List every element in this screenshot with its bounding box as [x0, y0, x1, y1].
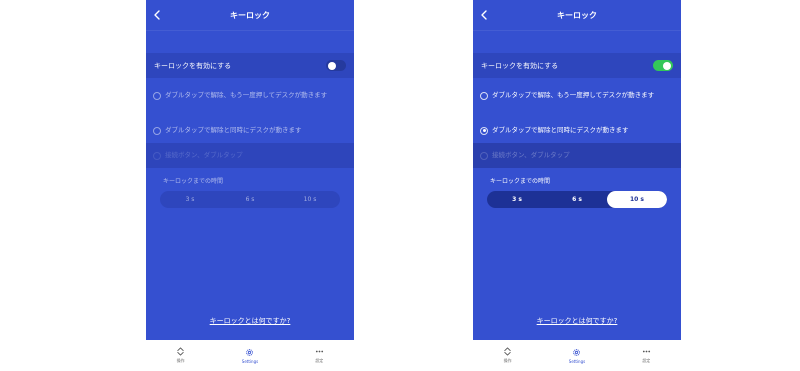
- tab-more[interactable]: 設定: [285, 340, 354, 371]
- segment-6s[interactable]: 6 s: [220, 191, 280, 208]
- nav-bar: キーロック: [473, 0, 681, 30]
- tab-settings[interactable]: Settings: [215, 340, 284, 371]
- option-label: ダブルタップで解除、もう一度押してデスクが動きます: [165, 91, 328, 99]
- option-connect-button-double-tap: 接続ボタン、ダブルタップ: [146, 143, 354, 168]
- help-link[interactable]: キーロックとは何ですか?: [146, 316, 354, 326]
- keylock-toggle-switch[interactable]: [653, 60, 673, 71]
- option-label: ダブルタップで解除と同時にデスクが動きます: [165, 126, 302, 134]
- keylock-toggle-row: キーロックを有効にする: [146, 53, 354, 78]
- nav-bar: キーロック: [146, 0, 354, 30]
- tab-label: 設定: [315, 358, 324, 363]
- header-spacer: [146, 30, 354, 53]
- radio-button: [480, 151, 488, 160]
- option-label: 接続ボタン、ダブルタップ: [492, 151, 570, 159]
- help-link[interactable]: キーロックとは何ですか?: [473, 316, 681, 326]
- page-title: キーロック: [230, 10, 270, 20]
- option-double-tap-moves[interactable]: ダブルタップで解除と同時にデスクが動きます: [473, 121, 681, 143]
- option-label: ダブルタップで解除と同時にデスクが動きます: [492, 126, 629, 134]
- keylock-toggle-label: キーロックを有効にする: [481, 61, 559, 70]
- gear-icon: [246, 348, 254, 356]
- option-double-tap-then-press[interactable]: ダブルタップで解除、もう一度押してデスクが動きます: [473, 89, 681, 121]
- gear-icon: [573, 348, 581, 356]
- timer-label: キーロックまでの時間: [163, 178, 224, 185]
- more-dots-icon: [315, 350, 323, 353]
- segment-10s[interactable]: 10 s: [280, 191, 340, 208]
- tab-label: 操作: [176, 358, 185, 363]
- radio-button-selected[interactable]: [480, 126, 488, 135]
- radio-button[interactable]: [480, 91, 488, 100]
- timer-segmented-control: 3 s 6 s 10 s: [487, 191, 667, 208]
- segment-3s[interactable]: 3 s: [487, 191, 547, 208]
- timer-label: キーロックまでの時間: [490, 178, 551, 185]
- segment-3s[interactable]: 3 s: [160, 191, 220, 208]
- radio-button: [153, 151, 161, 160]
- tab-label: Settings: [568, 358, 586, 364]
- keylock-toggle-switch[interactable]: [326, 60, 346, 71]
- keylock-toggle-row: キーロックを有効にする: [473, 53, 681, 78]
- option-label: 接続ボタン、ダブルタップ: [165, 151, 243, 159]
- tab-settings[interactable]: Settings: [542, 340, 611, 371]
- radio-button[interactable]: [153, 126, 161, 135]
- toggle-knob: [663, 61, 671, 70]
- tab-label: 設定: [642, 358, 651, 363]
- unlock-options: ダブルタップで解除、もう一度押してデスクが動きます ダブルタップで解除と同時にデ…: [473, 89, 681, 168]
- tab-operate[interactable]: 操作: [146, 340, 215, 371]
- tab-label: 操作: [503, 358, 512, 363]
- tab-bar: 操作 Settings 設定: [146, 340, 354, 371]
- timer-segmented-control: 3 s 6 s 10 s: [160, 191, 340, 208]
- segment-10s[interactable]: 10 s: [607, 191, 667, 208]
- segment-6s[interactable]: 6 s: [547, 191, 607, 208]
- header-spacer: [473, 30, 681, 53]
- keylock-toggle-label: キーロックを有効にする: [154, 61, 232, 70]
- tab-label: Settings: [241, 358, 259, 364]
- toggle-knob: [328, 61, 336, 70]
- option-double-tap-then-press[interactable]: ダブルタップで解除、もう一度押してデスクが動きます: [146, 89, 354, 121]
- tab-bar: 操作 Settings 設定: [473, 340, 681, 371]
- unlock-options: ダブルタップで解除、もう一度押してデスクが動きます ダブルタップで解除と同時にデ…: [146, 89, 354, 168]
- option-connect-button-double-tap: 接続ボタン、ダブルタップ: [473, 143, 681, 168]
- option-label: ダブルタップで解除、もう一度押してデスクが動きます: [492, 91, 655, 99]
- tab-more[interactable]: 設定: [612, 340, 681, 371]
- phone-screen-enabled: キーロック キーロックを有効にする ダブルタップで解除、もう一度押してデスクが動…: [473, 0, 681, 371]
- option-double-tap-moves[interactable]: ダブルタップで解除と同時にデスクが動きます: [146, 121, 354, 143]
- tab-operate[interactable]: 操作: [473, 340, 542, 371]
- chevron-left-icon[interactable]: [477, 6, 491, 24]
- up-down-icon: [504, 347, 511, 356]
- page-title: キーロック: [557, 10, 597, 20]
- up-down-icon: [177, 347, 184, 356]
- phone-screen-disabled: キーロック キーロックを有効にする ダブルタップで解除、もう一度押してデスクが動…: [146, 0, 354, 371]
- more-dots-icon: [642, 350, 650, 353]
- chevron-left-icon[interactable]: [150, 6, 164, 24]
- radio-button[interactable]: [153, 91, 161, 100]
